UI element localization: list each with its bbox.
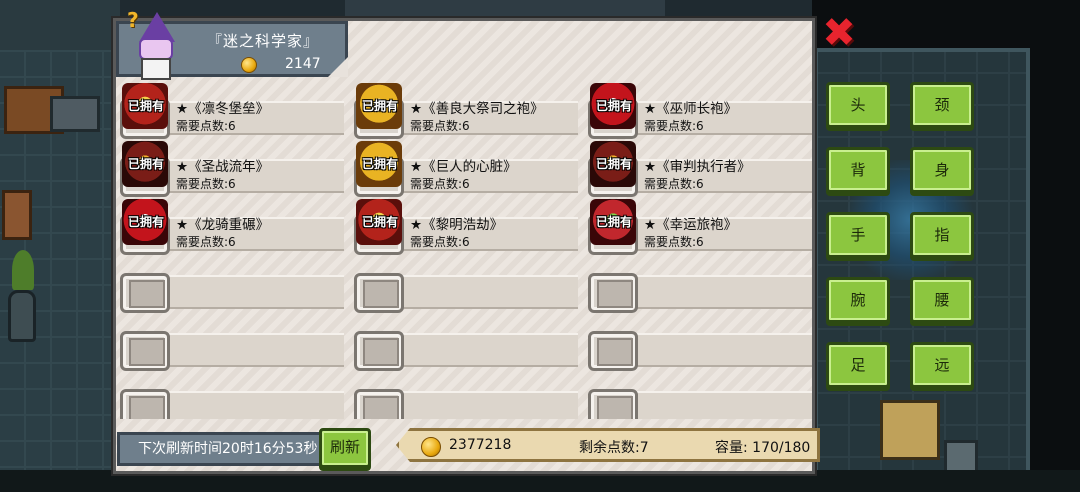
owned-badge: 已拥有: [595, 99, 632, 113]
item-strip: [616, 333, 812, 367]
category-waist-button[interactable]: 腰: [910, 277, 974, 323]
shop-panel: ? 『迷之科学家』 2147 已拥有 ★《凛冬堡垒》 需要点数:6 已拥有 ★《善良大祭…: [113, 8, 815, 474]
coin-icon: [241, 57, 257, 73]
item-cost: 需要点数:6: [176, 119, 236, 133]
merchant-header: ? 『迷之科学家』 2147: [116, 8, 348, 80]
shop-item[interactable]: 已拥有 ★《凛冬堡垒》 需要点数:6: [120, 83, 344, 141]
item-slot[interactable]: [120, 273, 170, 313]
empty-slot[interactable]: [354, 373, 578, 419]
vase-decoration: [8, 290, 36, 342]
item-cost: 需要点数:6: [644, 119, 704, 133]
item-name: ★《龙骑重碾》: [176, 217, 270, 233]
item-name: ★《审判执行者》: [644, 159, 751, 175]
item-strip: [616, 275, 812, 309]
refresh-button[interactable]: 刷新: [319, 428, 371, 468]
item-strip: [382, 275, 578, 309]
question-mark-icon: ?: [127, 8, 139, 32]
owned-badge: 已拥有: [595, 215, 632, 229]
item-strip: [382, 333, 578, 367]
item-slot[interactable]: [120, 389, 170, 419]
owned-badge: 已拥有: [127, 157, 164, 171]
item-strip: [148, 333, 344, 367]
category-finger-button[interactable]: 指: [910, 212, 974, 258]
merchant-body: [141, 58, 171, 80]
empty-slot[interactable]: [354, 257, 578, 315]
item-slot[interactable]: [120, 331, 170, 371]
empty-slot[interactable]: [588, 257, 812, 315]
merchant-name: 『迷之科学家』: [207, 32, 320, 50]
shop-item[interactable]: 已拥有 ★《黎明浩劫》 需要点数:6: [354, 199, 578, 257]
item-grid: 已拥有 ★《凛冬堡垒》 需要点数:6 已拥有 ★《善良大祭司之袍》 需要点数:6 已拥有 ★《…: [120, 83, 812, 419]
item-name: ★《善良大祭司之袍》: [410, 101, 544, 117]
category-back-button[interactable]: 背: [826, 147, 890, 193]
top-wall-strip: [345, 0, 665, 20]
shop-item[interactable]: 已拥有 ★《圣战流年》 需要点数:6: [120, 141, 344, 199]
shop-item[interactable]: 已拥有 ★《善良大祭司之袍》 需要点数:6: [354, 83, 578, 141]
item-name: ★《凛冬堡垒》: [176, 101, 270, 117]
item-slot[interactable]: [588, 273, 638, 313]
owned-badge: 已拥有: [361, 157, 398, 171]
furniture-chair: [2, 190, 32, 240]
owned-badge: 已拥有: [127, 215, 164, 229]
category-head-button[interactable]: 头: [826, 82, 890, 128]
merchant-avatar: ?: [127, 8, 185, 82]
empty-slot[interactable]: [120, 315, 344, 373]
empty-slot[interactable]: [354, 315, 578, 373]
item-name: ★《巨人的心脏》: [410, 159, 517, 175]
gold-amount: 2377218: [449, 437, 512, 453]
empty-slot[interactable]: [588, 315, 812, 373]
item-cost: 需要点数:6: [410, 177, 470, 191]
owned-badge: 已拥有: [361, 215, 398, 229]
category-body-button[interactable]: 身: [910, 147, 974, 193]
item-cost: 需要点数:6: [176, 177, 236, 191]
capacity: 容量: 170/180: [715, 440, 811, 456]
item-strip: [616, 391, 812, 419]
item-slot[interactable]: [588, 389, 638, 419]
shop-item[interactable]: 已拥有 ★《巫师长袍》 需要点数:6: [588, 83, 812, 141]
shop-item[interactable]: 已拥有 ★《审判执行者》 需要点数:6: [588, 141, 812, 199]
item-name: ★《幸运旅袍》: [644, 217, 738, 233]
item-strip: [382, 391, 578, 419]
remaining-points: 剩余点数:7: [579, 440, 649, 456]
furniture-cabinet: [50, 96, 100, 132]
category-wrist-button[interactable]: 腕: [826, 277, 890, 323]
item-cost: 需要点数:6: [644, 177, 704, 191]
item-cost: 需要点数:6: [410, 119, 470, 133]
item-strip: [148, 391, 344, 419]
item-cost: 需要点数:6: [176, 235, 236, 249]
refresh-timer: 下次刷新时间20时16分53秒: [117, 432, 325, 466]
item-name: ★《黎明浩劫》: [410, 217, 504, 233]
item-slot[interactable]: [588, 331, 638, 371]
owned-badge: 已拥有: [361, 99, 398, 113]
close-button[interactable]: ✖: [822, 13, 856, 53]
shop-item[interactable]: 已拥有 ★《幸运旅袍》 需要点数:6: [588, 199, 812, 257]
shop-item[interactable]: 已拥有 ★《巨人的心脏》 需要点数:6: [354, 141, 578, 199]
item-slot[interactable]: [354, 389, 404, 419]
item-cost: 需要点数:6: [410, 235, 470, 249]
resource-bar: 2377218 剩余点数:7 容量: 170/180: [396, 428, 820, 462]
category-foot-button[interactable]: 足: [826, 342, 890, 388]
merchant-face: [139, 38, 173, 60]
item-strip: [148, 275, 344, 309]
item-cost: 需要点数:6: [644, 235, 704, 249]
empty-slot[interactable]: [120, 257, 344, 315]
category-hand-button[interactable]: 手: [826, 212, 890, 258]
merchant-price: 2147: [285, 56, 321, 72]
owned-badge: 已拥有: [595, 157, 632, 171]
owned-badge: 已拥有: [127, 99, 164, 113]
category-neck-button[interactable]: 颈: [910, 82, 974, 128]
plant-decoration: [12, 250, 34, 290]
item-name: ★《巫师长袍》: [644, 101, 738, 117]
item-name: ★《圣战流年》: [176, 159, 270, 175]
item-slot[interactable]: [354, 273, 404, 313]
machine-decoration: [880, 400, 940, 460]
item-slot[interactable]: [354, 331, 404, 371]
empty-slot[interactable]: [588, 373, 812, 419]
shop-item[interactable]: 已拥有 ★《龙骑重碾》 需要点数:6: [120, 199, 344, 257]
category-ranged-button[interactable]: 远: [910, 342, 974, 388]
gold-coin-icon: [421, 437, 441, 457]
empty-slot[interactable]: [120, 373, 344, 419]
